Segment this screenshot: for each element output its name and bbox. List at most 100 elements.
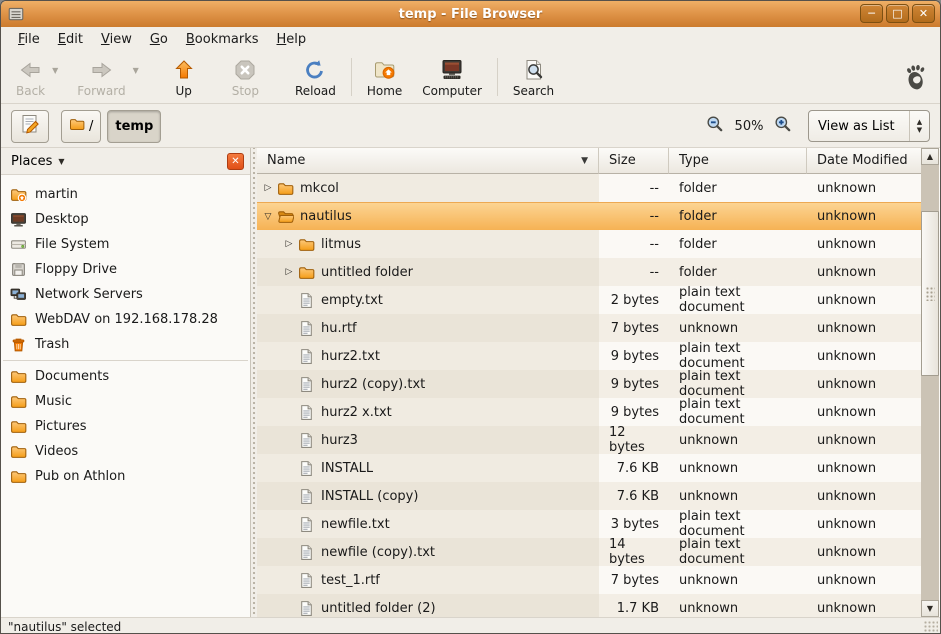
edit-location-button[interactable] <box>11 110 49 143</box>
sidebar-item-network-servers[interactable]: Network Servers <box>1 282 250 307</box>
table-row[interactable]: hurz2.txt9 bytesplain text documentunkno… <box>257 342 921 370</box>
file-size: -- <box>599 202 669 230</box>
computer-button[interactable]: Computer <box>415 55 489 100</box>
gnome-throbber-icon <box>900 61 930 93</box>
expander-open-icon[interactable]: ▽ <box>261 212 275 222</box>
search-icon <box>522 57 546 83</box>
table-row[interactable]: ▷litmus--folderunknown <box>257 230 921 258</box>
network-icon <box>10 286 27 303</box>
column-header-size[interactable]: Size <box>599 148 669 174</box>
reload-button[interactable]: Reload <box>288 55 343 100</box>
sidebar-item-documents[interactable]: Documents <box>1 364 250 389</box>
table-row[interactable]: hurz2 (copy).txt9 bytesplain text docume… <box>257 370 921 398</box>
expander-closed-icon[interactable]: ▷ <box>282 267 296 277</box>
zoom-out-button[interactable] <box>704 115 726 137</box>
maximize-button[interactable]: □ <box>886 4 909 23</box>
table-row[interactable]: newfile (copy).txt14 bytesplain text doc… <box>257 538 921 566</box>
sidebar-item-label: Music <box>35 394 72 409</box>
sidebar-item-martin[interactable]: martin <box>1 182 250 207</box>
sidebar-item-trash[interactable]: Trash <box>1 332 250 357</box>
toolbar-separator <box>351 58 352 96</box>
minimize-button[interactable]: ─ <box>860 4 883 23</box>
sidebar-item-webdav-on-192-168-178-28[interactable]: WebDAV on 192.168.178.28 <box>1 307 250 332</box>
table-row[interactable]: newfile.txt3 bytesplain text documentunk… <box>257 510 921 538</box>
expander-closed-icon[interactable]: ▷ <box>282 239 296 249</box>
table-row[interactable]: hurz312 bytesunknownunknown <box>257 426 921 454</box>
resize-grip[interactable] <box>924 621 938 633</box>
scrollbar-track[interactable] <box>921 165 939 600</box>
sidebar-item-pictures[interactable]: Pictures <box>1 414 250 439</box>
view-mode-value: View as List <box>809 119 909 134</box>
scroll-down-button[interactable]: ▼ <box>921 600 939 617</box>
file-type: unknown <box>669 426 807 454</box>
menu-file[interactable]: File <box>9 29 49 50</box>
menu-go[interactable]: Go <box>141 29 177 50</box>
sidebar-item-pub-on-athlon[interactable]: Pub on Athlon <box>1 464 250 489</box>
column-header-type[interactable]: Type <box>669 148 807 174</box>
column-header-date-modified[interactable]: Date Modified <box>807 148 921 174</box>
menu-edit[interactable]: Edit <box>49 29 92 50</box>
table-row[interactable]: INSTALL (copy)7.6 KBunknownunknown <box>257 482 921 510</box>
sidebar-item-floppy-drive[interactable]: Floppy Drive <box>1 257 250 282</box>
path-button-root[interactable]: / <box>61 110 101 143</box>
table-row[interactable]: untitled folder (2)1.7 KBunknownunknown <box>257 594 921 617</box>
table-row[interactable]: ▷untitled folder--folderunknown <box>257 258 921 286</box>
home-folder-icon <box>10 186 27 203</box>
file-date-modified: unknown <box>807 286 921 314</box>
table-row[interactable]: hu.rtf7 bytesunknownunknown <box>257 314 921 342</box>
forward-dropdown-icon[interactable]: ▼ <box>133 66 139 75</box>
zoom-in-button[interactable] <box>772 115 794 137</box>
titlebar[interactable]: temp - File Browser ─ □ ✕ <box>1 1 940 27</box>
folder-icon <box>298 236 315 253</box>
sidebar-item-music[interactable]: Music <box>1 389 250 414</box>
back-button[interactable]: Back <box>9 55 52 100</box>
close-button[interactable]: ✕ <box>912 4 935 23</box>
menu-view[interactable]: View <box>92 29 141 50</box>
folder-icon <box>10 418 27 435</box>
vertical-scrollbar[interactable]: ▲ ▼ <box>921 148 939 617</box>
menu-help[interactable]: Help <box>268 29 316 50</box>
forward-button[interactable]: Forward <box>70 55 132 100</box>
file-date-modified: unknown <box>807 174 921 202</box>
menu-bookmarks[interactable]: Bookmarks <box>177 29 268 50</box>
sidebar-item-label: martin <box>35 187 78 202</box>
text-file-icon <box>298 488 315 505</box>
search-button[interactable]: Search <box>506 55 561 100</box>
expander-closed-icon[interactable]: ▷ <box>261 183 275 193</box>
scroll-up-button[interactable]: ▲ <box>921 148 939 165</box>
column-header-name[interactable]: Name ▼ <box>257 148 599 174</box>
home-button[interactable]: Home <box>360 55 409 100</box>
table-row[interactable]: INSTALL7.6 KBunknownunknown <box>257 454 921 482</box>
sidebar-item-desktop[interactable]: Desktop <box>1 207 250 232</box>
file-type: plain text document <box>669 370 807 398</box>
table-row[interactable]: ▽nautilus--folderunknown <box>257 202 921 230</box>
text-file-icon <box>298 320 315 337</box>
table-row[interactable]: hurz2 x.txt9 bytesplain text documentunk… <box>257 398 921 426</box>
combo-spinner-icon[interactable]: ▲▼ <box>909 111 929 141</box>
view-mode-select[interactable]: View as List ▲▼ <box>808 110 930 142</box>
up-icon <box>172 57 196 83</box>
zoom-in-icon <box>774 115 792 137</box>
text-file-icon <box>298 572 315 589</box>
window-title: temp - File Browser <box>1 7 940 22</box>
file-type: unknown <box>669 454 807 482</box>
places-dropdown[interactable]: Places ▼ <box>11 154 227 169</box>
file-name: hurz2 x.txt <box>321 405 392 420</box>
table-row[interactable]: empty.txt2 bytesplain text documentunkno… <box>257 286 921 314</box>
chevron-down-icon: ▼ <box>58 157 64 166</box>
file-date-modified: unknown <box>807 538 921 566</box>
toolbar: Back ▼ Forward ▼ Up Stop Reload <box>1 51 940 104</box>
table-row[interactable]: ▷mkcol--folderunknown <box>257 174 921 202</box>
up-button[interactable]: Up <box>165 55 203 100</box>
sidebar-item-videos[interactable]: Videos <box>1 439 250 464</box>
sidebar-item-file-system[interactable]: File System <box>1 232 250 257</box>
file-date-modified: unknown <box>807 594 921 617</box>
stop-button[interactable]: Stop <box>225 55 266 100</box>
scrollbar-thumb[interactable] <box>921 211 939 376</box>
text-file-icon <box>298 404 315 421</box>
table-row[interactable]: test_1.rtf7 bytesunknownunknown <box>257 566 921 594</box>
back-dropdown-icon[interactable]: ▼ <box>52 66 58 75</box>
home-icon <box>373 57 397 83</box>
path-button-temp[interactable]: temp <box>107 110 161 143</box>
sidebar-close-button[interactable]: ✕ <box>227 153 244 170</box>
